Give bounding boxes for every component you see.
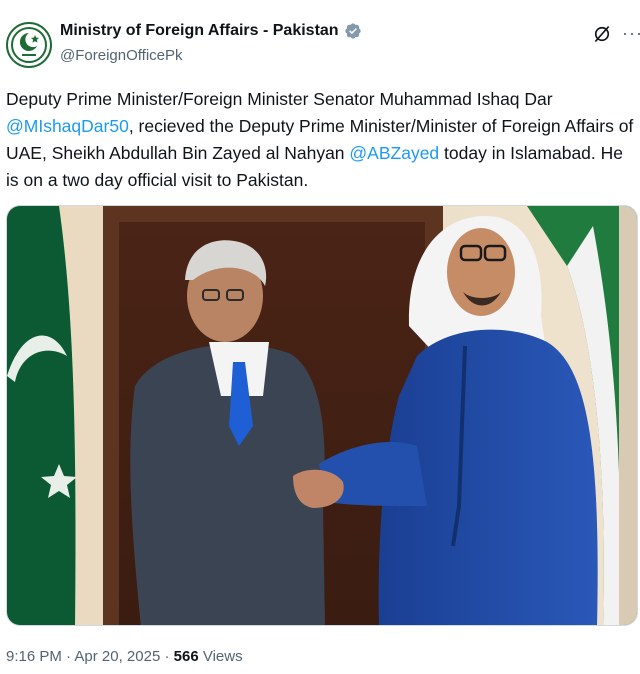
mention-link[interactable]: @ABZayed xyxy=(349,143,439,163)
tweet-photo[interactable] xyxy=(6,205,638,626)
tweet-text-part: Deputy Prime Minister/Foreign Minister S… xyxy=(6,89,553,109)
ministry-emblem-icon xyxy=(10,26,48,64)
tweet-header: Ministry of Foreign Affairs - Pakistan @… xyxy=(0,0,640,80)
tweet-date[interactable]: Apr 20, 2025 xyxy=(74,648,160,665)
tweet-metadata: 9:16 PM · Apr 20, 2025 · 566 Views xyxy=(6,648,243,665)
tweet-text: Deputy Prime Minister/Foreign Minister S… xyxy=(6,86,636,194)
account-name[interactable]: Ministry of Foreign Affairs - Pakistan xyxy=(60,22,339,40)
handshake-photo xyxy=(7,206,637,625)
more-options-icon[interactable]: ··· xyxy=(622,24,640,42)
account-handle[interactable]: @ForeignOfficePk xyxy=(60,47,183,64)
views-count: 566 xyxy=(173,648,199,665)
mention-link[interactable]: @MIshaqDar50 xyxy=(6,116,129,136)
views-label: Views xyxy=(202,648,243,665)
account-avatar[interactable] xyxy=(6,22,52,68)
grok-icon[interactable] xyxy=(592,24,612,44)
separator: · xyxy=(66,648,72,665)
tweet-time[interactable]: 9:16 PM xyxy=(6,648,62,665)
verified-badge-icon xyxy=(344,23,361,39)
separator: · xyxy=(164,648,170,665)
